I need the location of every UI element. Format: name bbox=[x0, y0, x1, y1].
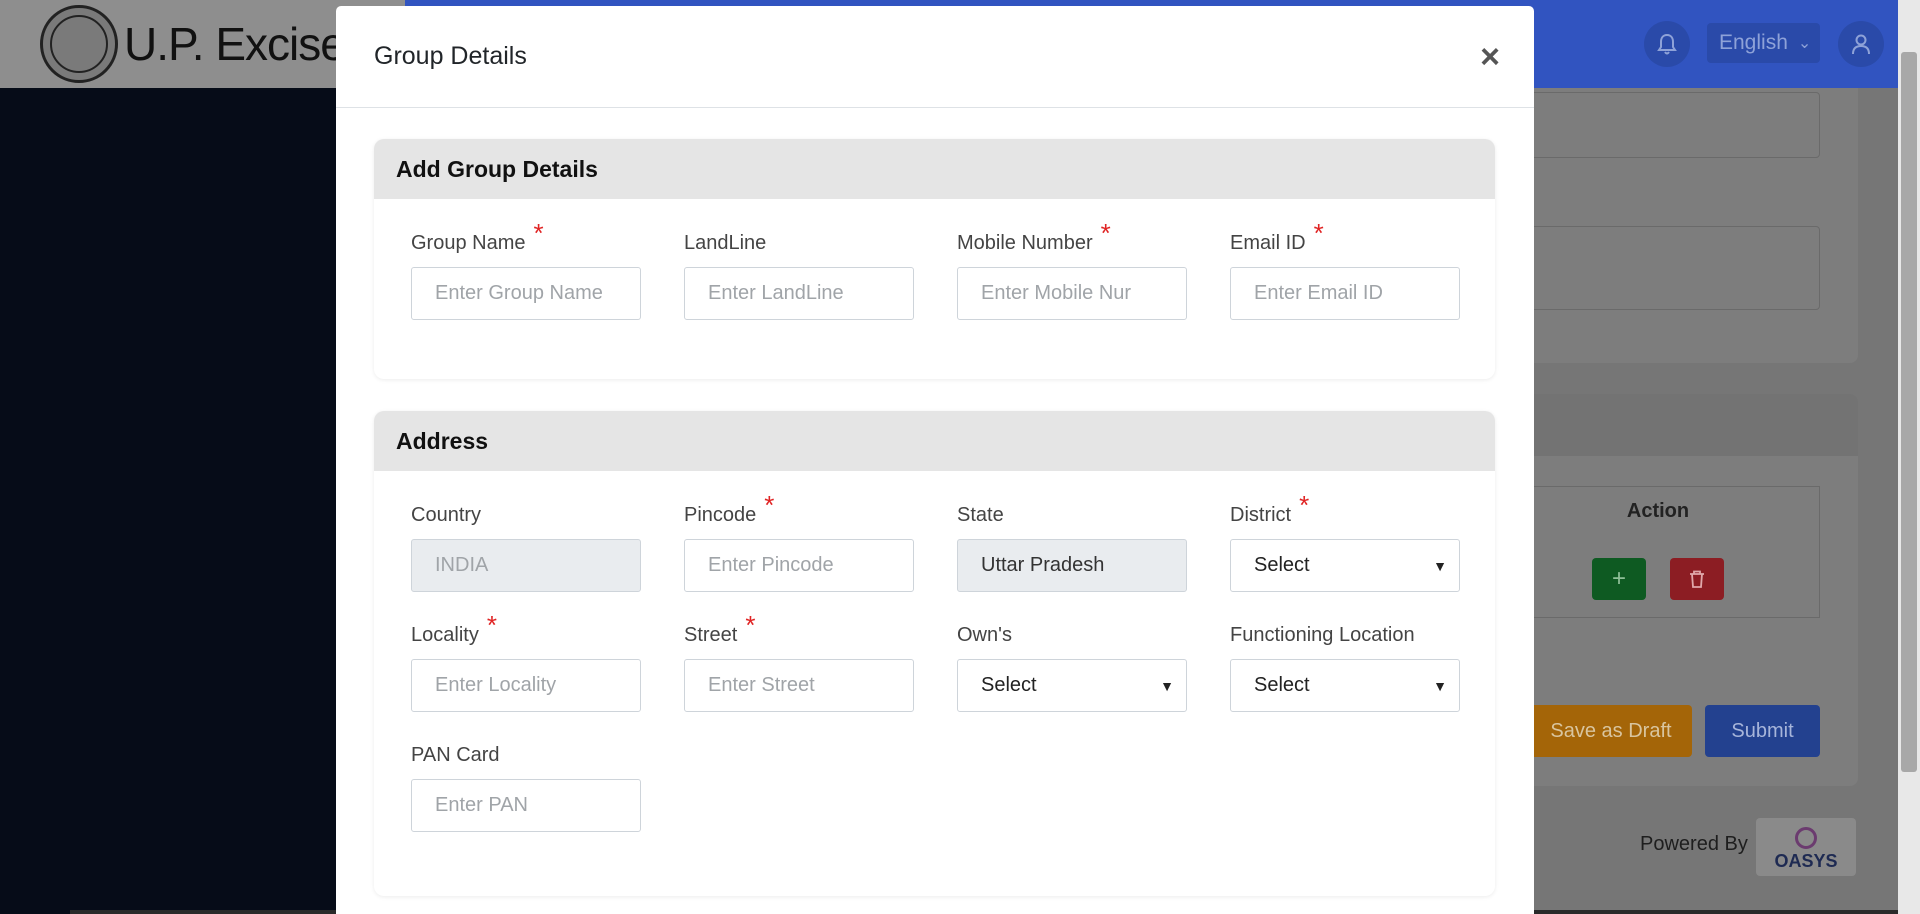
owns-select[interactable]: Select ▼ bbox=[957, 659, 1187, 712]
field-label: Pincode bbox=[684, 504, 757, 526]
background-textarea[interactable] bbox=[1530, 226, 1820, 310]
functioning-location-field: Functioning Location Select ▼ bbox=[1230, 617, 1460, 712]
group-details-section: Add Group Details Group Name * Enter Grou… bbox=[374, 139, 1495, 379]
required-marker: * bbox=[764, 490, 775, 520]
chevron-down-icon: ▼ bbox=[1433, 677, 1447, 694]
pan-card-field: PAN Card Enter PAN bbox=[411, 737, 641, 832]
group-details-modal: Group Details × Add Group Details Group … bbox=[336, 6, 1534, 914]
background-card-header bbox=[1500, 394, 1858, 456]
owns-select-value: Select bbox=[981, 674, 1037, 696]
oasys-logo-icon bbox=[1795, 827, 1817, 849]
submit-button[interactable]: Submit bbox=[1705, 705, 1820, 757]
brand-name: U.P. Excise bbox=[124, 18, 346, 70]
background-textarea[interactable] bbox=[1530, 92, 1820, 158]
district-field: District * Select ▼ bbox=[1230, 490, 1460, 592]
chevron-down-icon: ⌄ bbox=[1797, 35, 1812, 52]
state-field: State Uttar Pradesh bbox=[957, 497, 1187, 592]
country-input: INDIA bbox=[411, 539, 641, 592]
notification-bell-icon[interactable] bbox=[1644, 21, 1690, 67]
pincode-input[interactable]: Enter Pincode bbox=[684, 539, 914, 592]
user-profile-icon[interactable] bbox=[1838, 21, 1884, 67]
field-label: Country bbox=[411, 504, 482, 526]
up-government-seal-icon bbox=[40, 5, 118, 83]
chevron-down-icon: ▼ bbox=[1160, 677, 1174, 694]
functioning-location-select-value: Select bbox=[1254, 674, 1310, 696]
group-name-input[interactable]: Enter Group Name bbox=[411, 267, 641, 320]
country-field: Country INDIA bbox=[411, 497, 641, 592]
required-marker: * bbox=[1299, 490, 1310, 520]
sidebar bbox=[0, 88, 340, 914]
district-select-value: Select bbox=[1254, 554, 1310, 576]
language-select[interactable]: English ⌄ bbox=[1707, 23, 1820, 63]
modal-header: Group Details × bbox=[336, 6, 1534, 108]
email-id-input[interactable]: Enter Email ID bbox=[1230, 267, 1460, 320]
group-name-field: Group Name * Enter Group Name bbox=[411, 218, 641, 320]
field-label: Functioning Location bbox=[1230, 624, 1415, 646]
delete-row-button[interactable] bbox=[1670, 558, 1724, 600]
section-heading: Address bbox=[374, 411, 1495, 471]
required-marker: * bbox=[533, 218, 544, 248]
language-select-value: English bbox=[1719, 31, 1788, 54]
table-action-header: Action bbox=[1626, 500, 1690, 522]
pincode-field: Pincode * Enter Pincode bbox=[684, 490, 914, 592]
locality-field: Locality * Enter Locality bbox=[411, 610, 641, 712]
field-label: Locality bbox=[411, 624, 479, 646]
required-marker: * bbox=[486, 610, 497, 640]
close-icon[interactable]: × bbox=[1480, 40, 1500, 74]
field-label: Mobile Number bbox=[957, 232, 1093, 254]
oasys-logo: OASYS bbox=[1756, 818, 1856, 876]
field-label: Group Name bbox=[411, 232, 526, 254]
landline-input[interactable]: Enter LandLine bbox=[684, 267, 914, 320]
required-marker: * bbox=[1313, 218, 1324, 248]
address-section: Address Country INDIA Pincode * Enter Pin… bbox=[374, 411, 1495, 896]
plus-icon: + bbox=[1611, 565, 1626, 592]
locality-input[interactable]: Enter Locality bbox=[411, 659, 641, 712]
pan-card-input[interactable]: Enter PAN bbox=[411, 779, 641, 832]
functioning-location-select[interactable]: Select ▼ bbox=[1230, 659, 1460, 712]
field-label: Own's bbox=[957, 624, 1012, 646]
street-field: Street * Enter Street bbox=[684, 610, 914, 712]
required-marker: * bbox=[745, 610, 756, 640]
field-label: District bbox=[1230, 504, 1292, 526]
field-label: LandLine bbox=[684, 232, 767, 254]
mobile-number-field: Mobile Number * Enter Mobile Nur bbox=[957, 218, 1187, 320]
powered-by-label: Powered By bbox=[1640, 833, 1748, 855]
mobile-number-input[interactable]: Enter Mobile Nur bbox=[957, 267, 1187, 320]
owns-field: Own's Select ▼ bbox=[957, 617, 1187, 712]
modal-title: Group Details bbox=[374, 42, 527, 70]
street-input[interactable]: Enter Street bbox=[684, 659, 914, 712]
field-label: Street bbox=[684, 624, 738, 646]
required-marker: * bbox=[1100, 218, 1111, 248]
state-input: Uttar Pradesh bbox=[957, 539, 1187, 592]
district-select[interactable]: Select ▼ bbox=[1230, 539, 1460, 592]
landline-field: LandLine Enter LandLine bbox=[684, 225, 914, 320]
field-label: State bbox=[957, 504, 1004, 526]
save-as-draft-button[interactable]: Save as Draft bbox=[1530, 705, 1692, 757]
email-id-field: Email ID * Enter Email ID bbox=[1230, 218, 1460, 320]
trash-icon bbox=[1690, 570, 1704, 588]
chevron-down-icon: ▼ bbox=[1433, 557, 1447, 574]
add-row-button[interactable]: + bbox=[1592, 558, 1646, 600]
scrollbar-thumb[interactable] bbox=[1901, 52, 1917, 772]
field-label: PAN Card bbox=[411, 744, 500, 766]
field-label: Email ID bbox=[1230, 232, 1306, 254]
section-heading: Add Group Details bbox=[374, 139, 1495, 199]
